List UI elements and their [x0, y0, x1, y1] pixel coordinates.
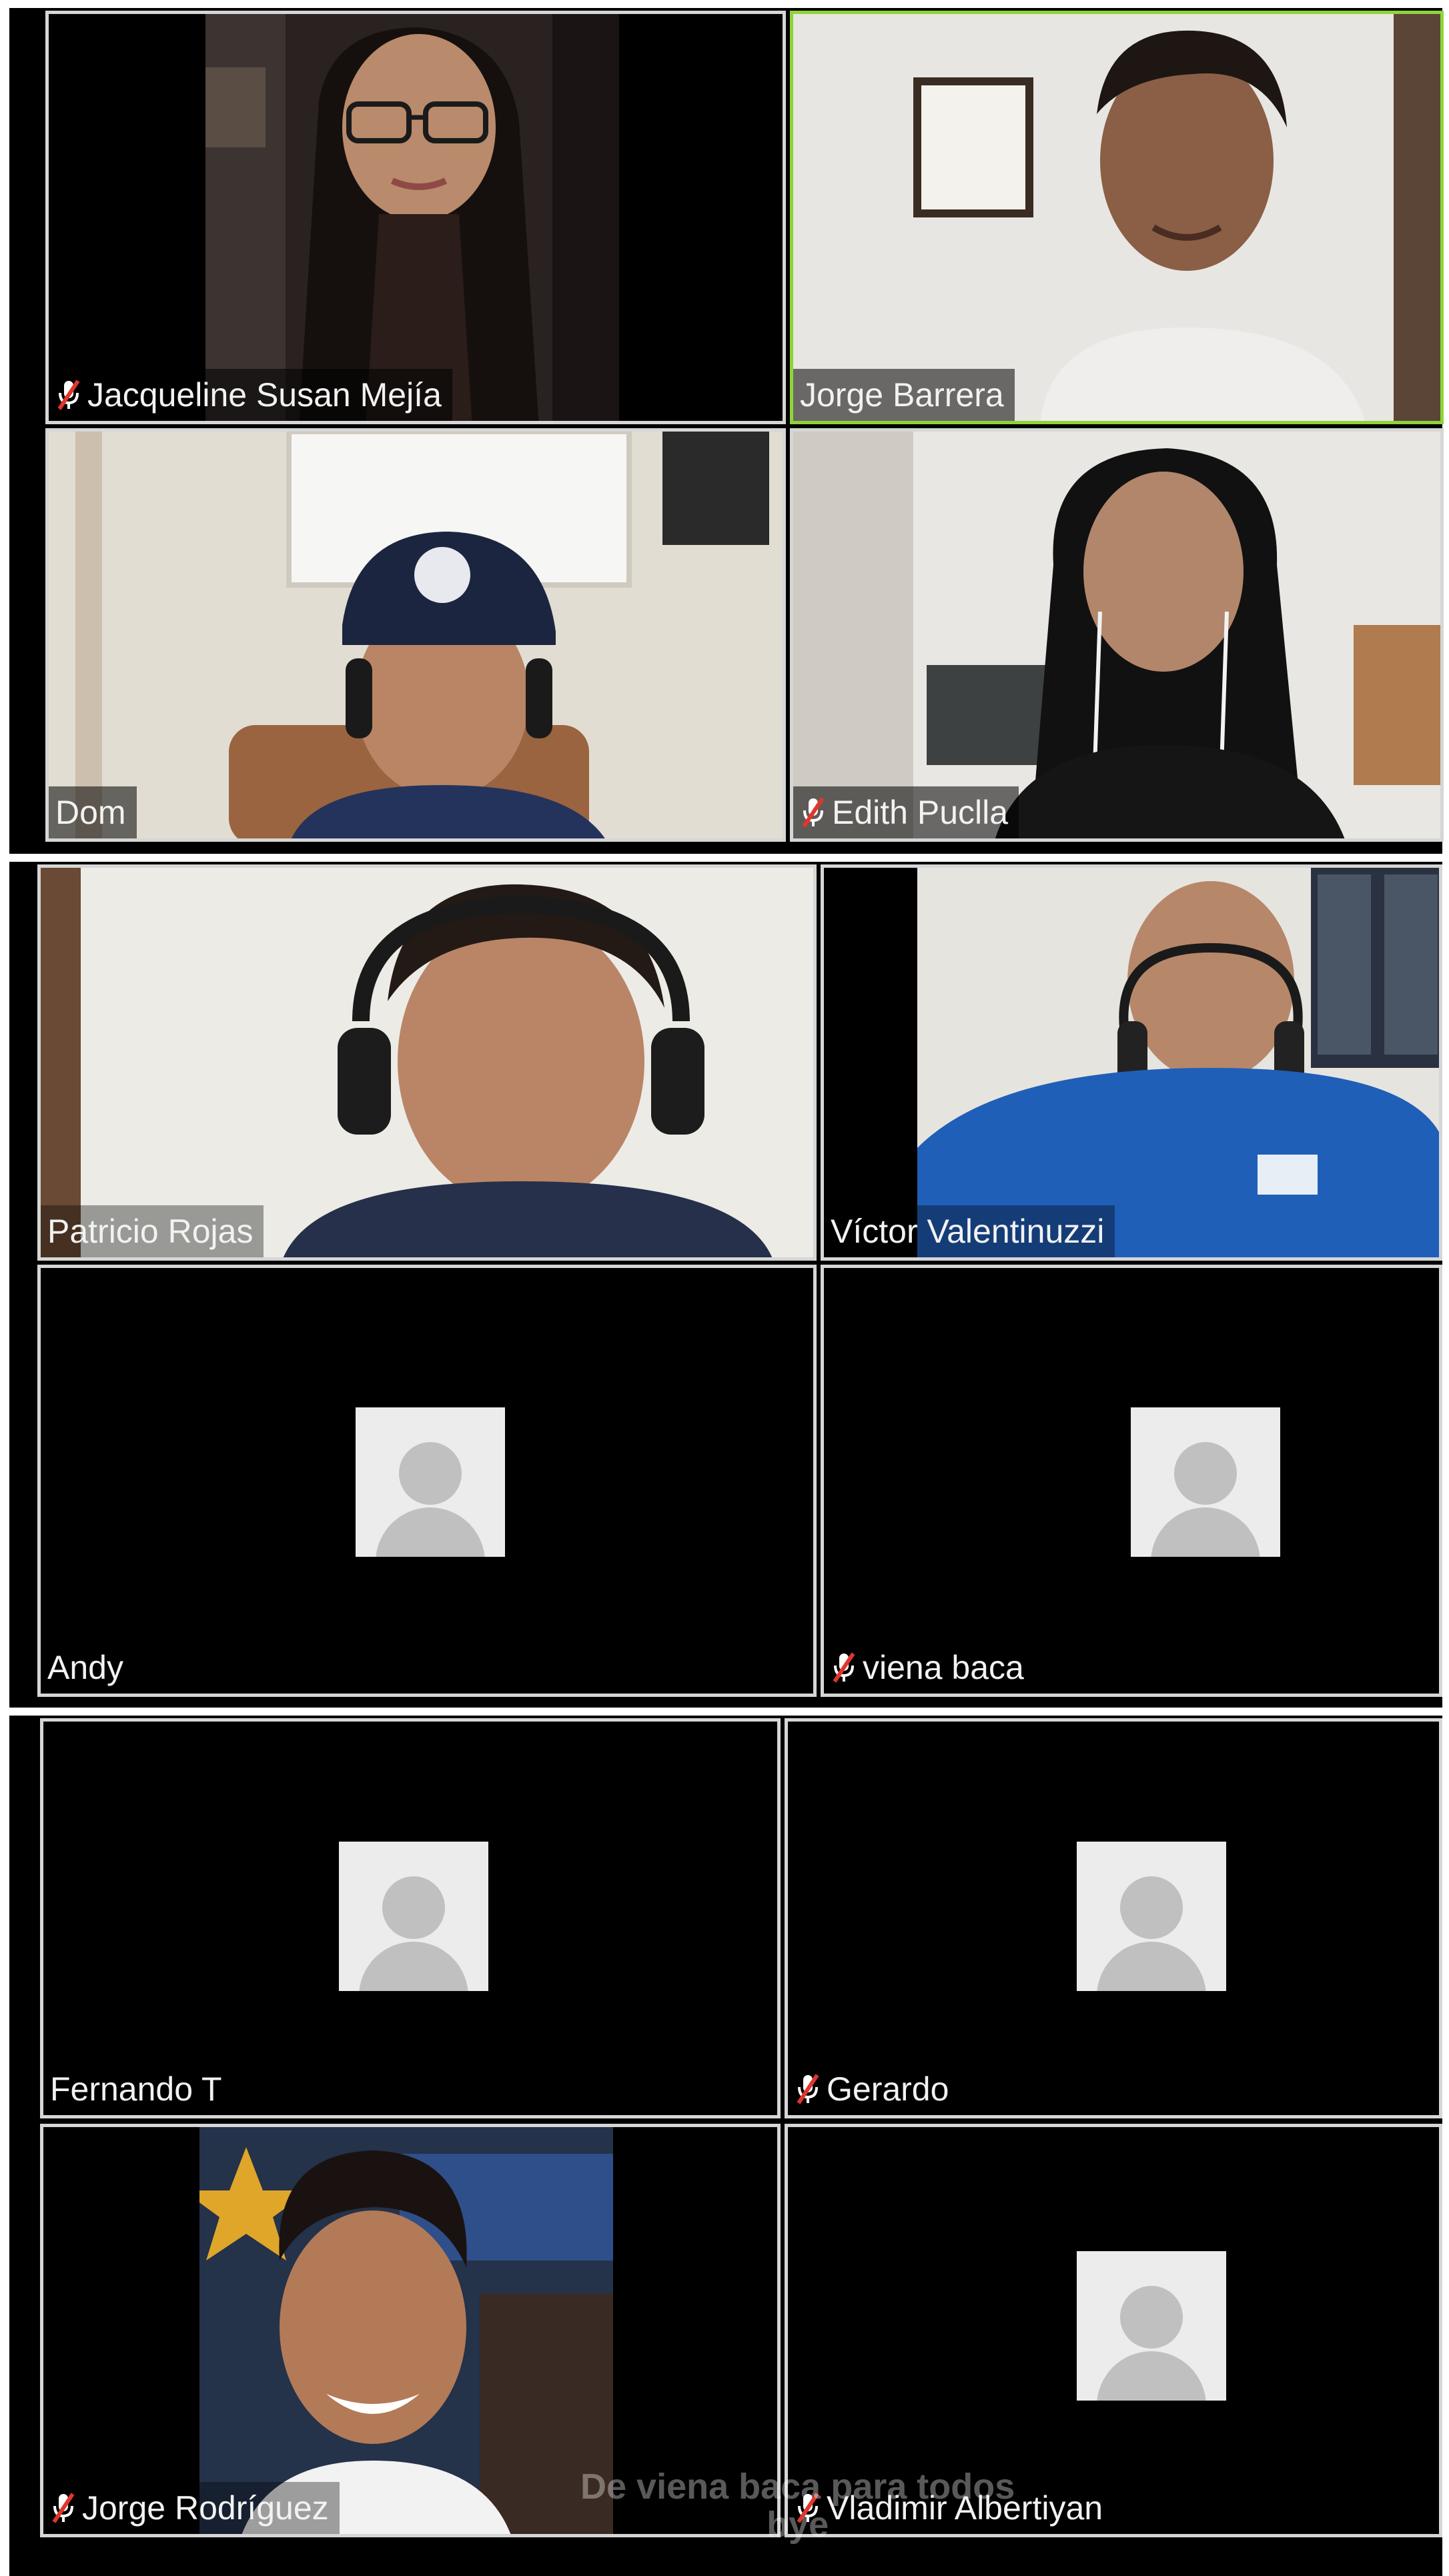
participant-name: Gerardo: [827, 2070, 949, 2108]
default-avatar-icon: [356, 1407, 505, 1557]
participant-name: Víctor Valentinuzzi: [831, 1213, 1105, 1250]
chat-overlay-message: De viena baca para todos bye: [580, 2468, 1015, 2543]
participant-nameplate: viena baca: [824, 1642, 1035, 1694]
participant-tile-jacqueline[interactable]: Jacqueline Susan Mejía: [45, 11, 786, 424]
participant-tile-dom[interactable]: Dom: [45, 428, 786, 842]
participant-nameplate: Jacqueline Susan Mejía: [49, 369, 452, 421]
gallery-page-2: Patricio Rojas Víctor Valentinuzzi Andy …: [9, 862, 1442, 1708]
participant-name: Jorge Rodríguez: [82, 2489, 329, 2527]
default-avatar-icon: [339, 1842, 488, 1991]
participant-nameplate: Andy: [41, 1642, 134, 1694]
gallery-page-1: Jacqueline Susan Mejía Jorge Barrera Dom…: [9, 8, 1444, 854]
participant-video: [205, 14, 619, 421]
participant-tile-fernando[interactable]: Fernando T: [40, 1718, 781, 2118]
participant-video: [793, 14, 1440, 421]
participant-nameplate: Gerardo: [788, 2063, 960, 2115]
mic-muted-icon: [833, 1652, 855, 1683]
participant-name: viena baca: [863, 1649, 1024, 1686]
default-avatar-icon: [1131, 1407, 1280, 1557]
mic-muted-icon: [797, 2074, 819, 2104]
participant-video: [49, 432, 783, 838]
participant-tile-viena-baca[interactable]: viena baca: [821, 1265, 1442, 1697]
participant-name: Jacqueline Susan Mejía: [87, 376, 442, 414]
participant-tile-gerardo[interactable]: Gerardo: [785, 1718, 1442, 2118]
participant-name: Patricio Rojas: [47, 1213, 254, 1250]
participant-tile-patricio[interactable]: Patricio Rojas: [37, 864, 817, 1261]
participant-name: Andy: [47, 1649, 123, 1686]
participant-name: Edith Puclla: [832, 794, 1009, 831]
participant-video: [41, 868, 813, 1257]
participant-name: Fernando T: [50, 2070, 222, 2108]
chat-overlay-text: bye: [767, 2504, 829, 2545]
participant-tile-andy[interactable]: Andy: [37, 1265, 817, 1697]
participant-tile-edith[interactable]: Edith Puclla: [790, 428, 1444, 842]
default-avatar-icon: [1077, 1842, 1226, 1991]
gallery-page-3: Fernando T Gerardo Jorge Rodríguez Vladi…: [9, 1716, 1442, 2576]
mic-muted-icon: [52, 2493, 75, 2523]
participant-video: [793, 432, 1440, 838]
participant-tile-victor[interactable]: Víctor Valentinuzzi: [821, 864, 1442, 1261]
participant-nameplate: Patricio Rojas: [41, 1205, 264, 1257]
participant-nameplate: Dom: [49, 786, 137, 838]
participant-video: [917, 868, 1439, 1257]
participant-nameplate: Jorge Rodríguez: [43, 2482, 340, 2534]
participant-name: Dom: [55, 794, 126, 831]
participant-nameplate: Fernando T: [43, 2063, 233, 2115]
participant-video: [199, 2127, 613, 2534]
participant-nameplate: Jorge Barrera: [793, 369, 1015, 421]
participant-nameplate: Edith Puclla: [793, 786, 1019, 838]
default-avatar-icon: [1077, 2251, 1226, 2401]
chat-overlay-sender-line: De viena baca para todos: [580, 2467, 1015, 2507]
mic-muted-icon: [57, 380, 80, 410]
participant-name: Jorge Barrera: [800, 376, 1004, 414]
participant-nameplate: Víctor Valentinuzzi: [824, 1205, 1115, 1257]
participant-tile-jorge-barrera[interactable]: Jorge Barrera: [790, 11, 1444, 424]
mic-muted-icon: [802, 797, 825, 828]
